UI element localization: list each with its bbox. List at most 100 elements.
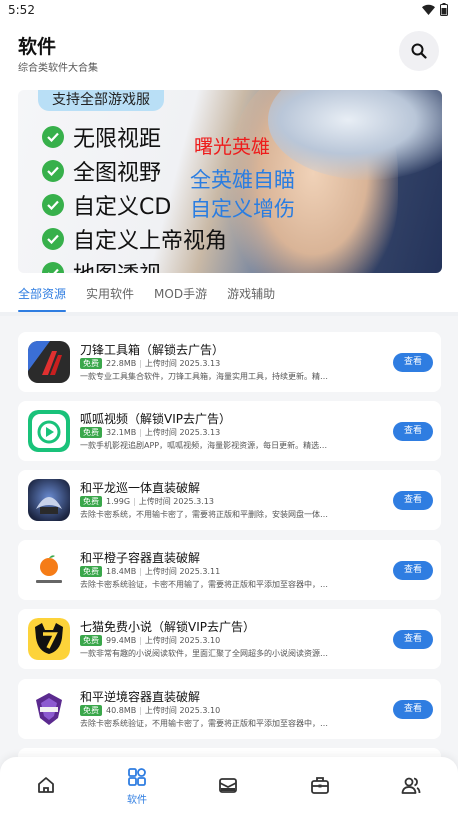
free-badge: 免费 <box>80 635 102 646</box>
app-description: 去除卡密系统验证，卡密不用输了，需要将正版和平添加至容器中，进入游戏后才... <box>80 580 330 589</box>
app-name: 呱呱视频（解锁VIP去广告） <box>80 412 231 426</box>
view-button[interactable]: 查看 <box>393 491 433 510</box>
view-button[interactable]: 查看 <box>393 700 433 719</box>
promo-banner[interactable]: 支持全部游戏服 无限视距 全图视野 自定义CD 自定义上帝视角 地图透视 曙光英… <box>18 90 442 273</box>
list-item[interactable]: 和平橙子容器直装破解 免费 18.4MB | 上传时间 2025.3.11 去除… <box>18 540 441 600</box>
nav-messages[interactable] <box>198 757 258 815</box>
check-icon <box>42 160 64 182</box>
banner-overlay-blue: 全英雄自瞄 <box>190 168 295 192</box>
list-item[interactable]: 七猫免费小说（解锁VIP去广告） 免费 99.4MB | 上传时间 2025.3… <box>18 609 441 669</box>
banner-tag: 支持全部游戏服 <box>38 90 164 111</box>
meta-separator: | <box>139 636 142 645</box>
app-size: 22.8MB <box>106 359 137 368</box>
banner-feature-text: 自定义CD <box>73 195 172 220</box>
banner-overlay-red: 曙光英雄 <box>194 136 271 158</box>
mail-icon <box>219 778 237 793</box>
view-button[interactable]: 查看 <box>393 353 433 372</box>
app-upload-time: 上传时间 2025.3.13 <box>144 428 221 437</box>
nijing-container-icon <box>28 688 70 730</box>
list-item[interactable]: 和平逆境容器直装破解 免费 40.8MB | 上传时间 2025.3.10 去除… <box>18 679 441 739</box>
users-icon <box>401 777 421 794</box>
free-badge: 免费 <box>80 705 102 716</box>
search-button[interactable] <box>399 31 439 71</box>
banner-feature-text: 无限视距 <box>73 127 162 152</box>
check-icon <box>42 262 64 273</box>
nav-tools[interactable] <box>290 757 350 815</box>
free-badge: 免费 <box>80 358 102 369</box>
check-icon <box>42 126 64 148</box>
banner-feature-text: 全图视野 <box>73 161 162 186</box>
list-item[interactable]: 刀锋工具箱（解锁去广告） 免费 22.8MB | 上传时间 2025.3.13 … <box>18 332 441 392</box>
app-description: 一款非常有趣的小说阅读软件，里面汇聚了全网超多的小说阅读资源，覆盖了各个... <box>80 649 330 658</box>
app-meta: 免费 99.4MB | 上传时间 2025.3.10 <box>80 635 220 646</box>
nav-home[interactable] <box>16 757 76 815</box>
dragon-game-icon <box>28 479 70 521</box>
list-item[interactable]: 呱呱视频（解锁VIP去广告） 免费 32.1MB | 上传时间 2025.3.1… <box>18 401 441 461</box>
app-size: 1.99G <box>106 497 131 506</box>
app-size: 99.4MB <box>106 636 137 645</box>
app-upload-time: 上传时间 2025.3.10 <box>144 706 221 715</box>
search-icon <box>411 43 427 59</box>
list-item[interactable]: 和平龙巡一体直装破解 免费 1.99G | 上传时间 2025.3.13 去除卡… <box>18 470 441 530</box>
app-description: 去除卡密系统验证，不用输卡密了，需要将正版和平添加至容器中，本团队只对该... <box>80 719 330 728</box>
free-badge: 免费 <box>80 566 102 577</box>
app-upload-time: 上传时间 2025.3.11 <box>144 567 221 576</box>
status-bar: 5:52 <box>0 0 458 22</box>
grid-icon <box>128 768 146 786</box>
toolbox-icon <box>311 777 329 794</box>
home-icon <box>38 777 54 793</box>
wifi-icon <box>422 4 435 15</box>
meta-separator: | <box>133 497 136 506</box>
free-badge: 免费 <box>80 427 102 438</box>
meta-separator: | <box>139 359 142 368</box>
page-subtitle: 综合类软件大合集 <box>18 63 98 74</box>
banner-feature: 地图透视 <box>42 256 227 273</box>
nav-software[interactable]: 软件 <box>107 757 167 815</box>
nav-software-label: 软件 <box>127 795 147 806</box>
app-name: 和平橙子容器直装破解 <box>80 551 201 565</box>
app-meta: 免费 18.4MB | 上传时间 2025.3.11 <box>80 566 220 577</box>
meta-separator: | <box>139 706 142 715</box>
status-time: 5:52 <box>8 3 35 17</box>
battery-icon <box>440 3 448 16</box>
app-description: 去除卡密系统，不用输卡密了，需要将正版和平删除，安装网盘一体直装包版，本... <box>80 510 330 519</box>
tab-all-resources[interactable]: 全部资源 <box>18 284 67 312</box>
app-size: 32.1MB <box>106 428 137 437</box>
bottom-nav: 软件 <box>0 757 458 815</box>
app-meta: 免费 22.8MB | 上传时间 2025.3.13 <box>80 358 220 369</box>
tab-game-assist[interactable]: 游戏辅助 <box>227 284 275 312</box>
app-name: 和平龙巡一体直装破解 <box>80 481 201 495</box>
view-button[interactable]: 查看 <box>393 630 433 649</box>
app-name: 七猫免费小说（解锁VIP去广告） <box>80 620 255 634</box>
meta-separator: | <box>139 428 142 437</box>
check-icon <box>42 194 64 216</box>
banner-feature-text: 地图透视 <box>73 257 161 273</box>
app-name: 和平逆境容器直装破解 <box>80 690 201 704</box>
view-button[interactable]: 查看 <box>393 422 433 441</box>
orange-container-icon <box>28 549 70 591</box>
tab-utility-software[interactable]: 实用软件 <box>86 284 134 312</box>
app-description: 一款专业工具集合软件，刀锋工具箱，海量实用工具，持续更新。精选功能，覆盖... <box>80 372 330 381</box>
status-icons <box>422 3 448 16</box>
meta-separator: | <box>139 567 142 576</box>
app-size: 18.4MB <box>106 567 137 576</box>
banner-feature-text: 自定义上帝视角 <box>73 229 228 254</box>
app-meta: 免费 1.99G | 上传时间 2025.3.13 <box>80 496 214 507</box>
app-name: 刀锋工具箱（解锁去广告） <box>80 343 225 357</box>
nav-profile[interactable] <box>381 757 441 815</box>
blade-toolbox-icon <box>28 341 70 383</box>
qimao-novel-icon <box>28 618 70 660</box>
app-upload-time: 上传时间 2025.3.13 <box>138 497 214 506</box>
guagua-video-icon <box>28 410 70 452</box>
app-meta: 免费 40.8MB | 上传时间 2025.3.10 <box>80 705 220 716</box>
check-icon <box>42 228 64 250</box>
app-description: 一款手机影视追剧APP，呱呱视频，海量影视资源，每日更新。精选内容，类型多... <box>80 441 330 450</box>
banner-feature: 自定义上帝视角 <box>42 222 227 256</box>
view-button[interactable]: 查看 <box>393 561 433 580</box>
app-upload-time: 上传时间 2025.3.10 <box>144 636 221 645</box>
app-upload-time: 上传时间 2025.3.13 <box>144 359 221 368</box>
app-list: 刀锋工具箱（解锁去广告） 免费 22.8MB | 上传时间 2025.3.13 … <box>0 316 458 815</box>
banner-overlay-blue: 自定义增伤 <box>190 197 295 221</box>
app-size: 40.8MB <box>106 706 137 715</box>
tab-mod-games[interactable]: MOD手游 <box>154 284 207 312</box>
